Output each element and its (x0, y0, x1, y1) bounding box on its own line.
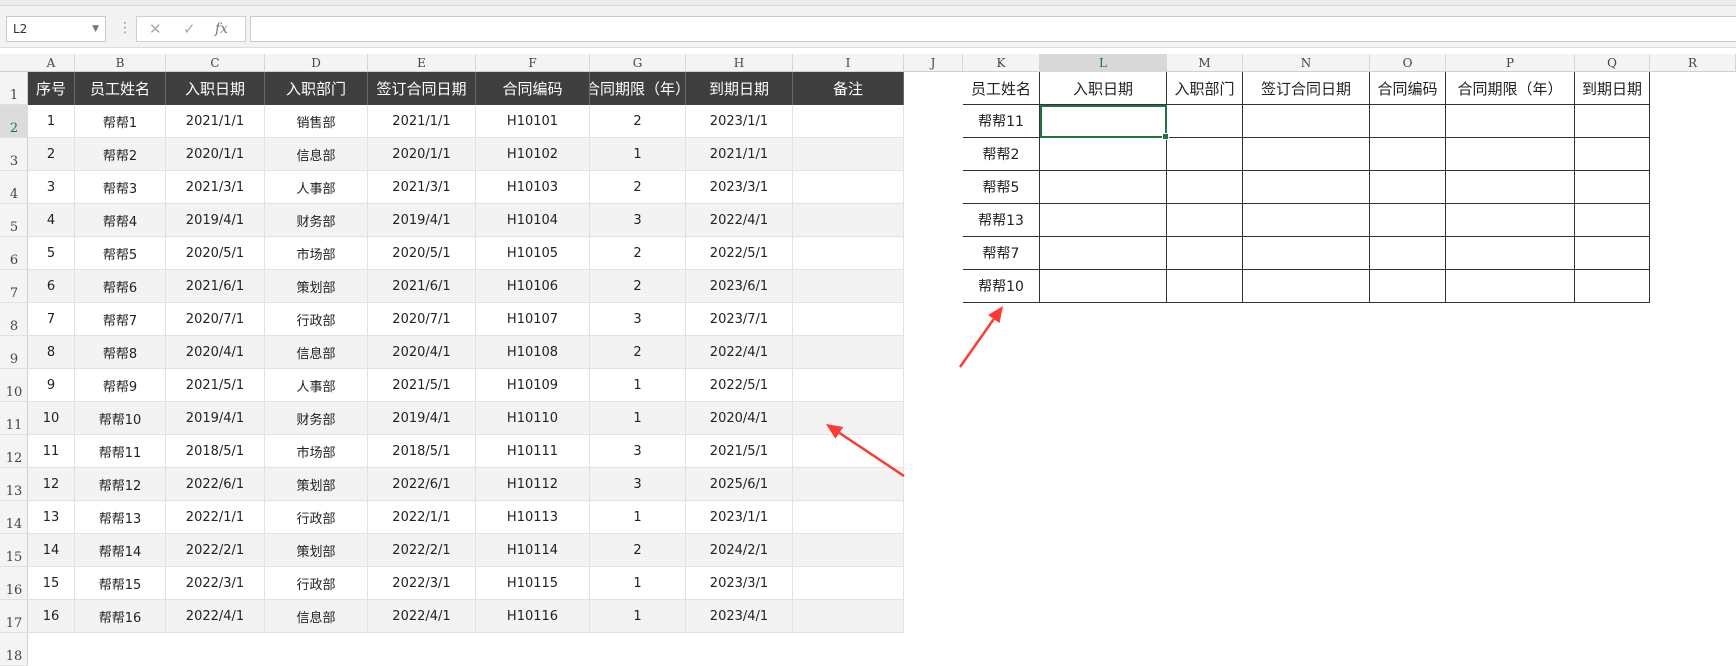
annotation-arrows (826, 306, 1003, 478)
arrow-up-right-icon (958, 306, 1003, 368)
arrow-left-up-icon (826, 424, 905, 478)
